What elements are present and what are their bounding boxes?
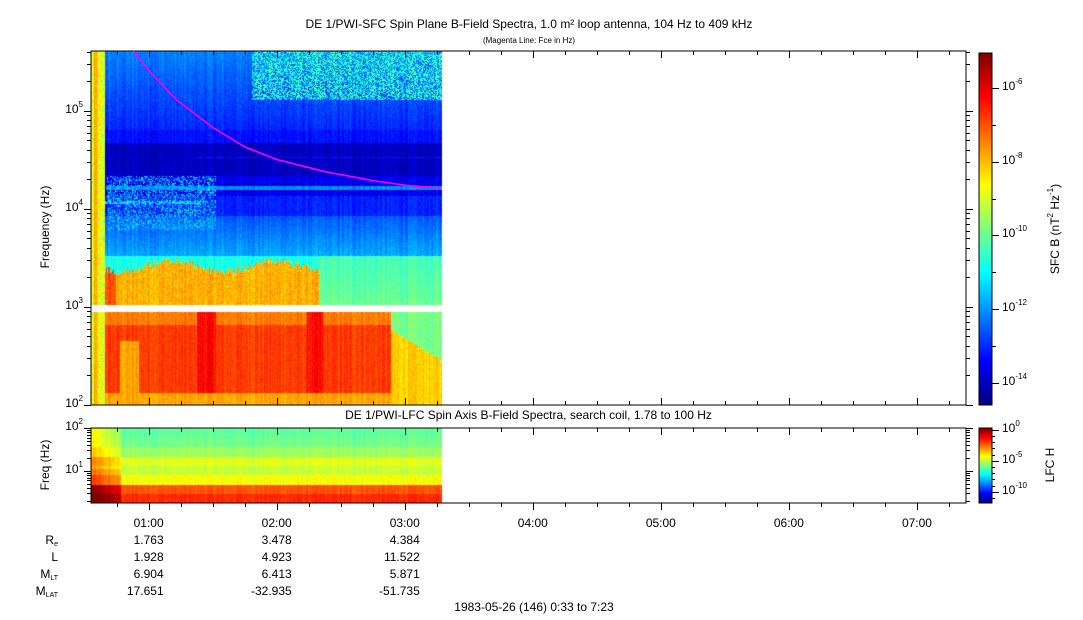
x-tick-label: 05:00 <box>645 516 676 530</box>
sfc-y-tick-label: 105 <box>65 99 83 116</box>
sfc-ylabel: Frequency (Hz) <box>38 185 52 269</box>
ephemeris-row-label: MLT <box>40 567 58 582</box>
x-tick-label: 01:00 <box>133 516 164 530</box>
cb-label-sup: 2 <box>1046 213 1055 218</box>
ephemeris-value: 4.384 <box>389 533 420 547</box>
ephemeris-value: 3.478 <box>261 533 292 547</box>
ephemeris-value: 5.871 <box>389 567 420 581</box>
sfc-colorbar-tick-label: 10-6 <box>1002 77 1023 94</box>
ephemeris-value: -51.735 <box>379 584 420 598</box>
cb-label-part: ) <box>1048 183 1062 188</box>
lfc-colorbar-label: LFC H <box>1043 447 1057 483</box>
ephemeris-value: 11.522 <box>383 550 420 564</box>
sfc-frame <box>90 50 967 406</box>
sfc-colorbar-tick-label: 10-8 <box>1002 150 1023 167</box>
sfc-colorbar-tick-label: 10-14 <box>1002 371 1027 388</box>
sfc-y-tick-label: 103 <box>65 295 83 312</box>
ephemeris-row-label: MLAT <box>35 584 58 599</box>
x-tick-label: 02:00 <box>261 516 292 530</box>
sfc-y-tick-label: 104 <box>65 197 83 214</box>
ephemeris-row-label: L <box>51 550 58 564</box>
lfc-colorbar-tick-label: 100 <box>1002 418 1020 435</box>
x-tick-label: 03:00 <box>389 516 420 530</box>
ephemeris-value: 4.923 <box>261 550 292 564</box>
lfc-frame <box>90 427 967 504</box>
ephemeris-value: -32.935 <box>250 584 292 598</box>
x-tick-label: 06:00 <box>773 516 804 530</box>
ephemeris-row-label: Re <box>45 533 58 548</box>
lfc-colorbar-tick-label: 10-10 <box>1002 480 1027 497</box>
lfc-y-tick-label: 102 <box>65 417 83 434</box>
x-tick-label: 07:00 <box>901 516 932 530</box>
cb-label-part: SFC B (nT <box>1048 217 1062 275</box>
ephemeris-value: 1.928 <box>133 550 164 564</box>
lfc-colorbar-tick-label: 10-5 <box>1002 449 1023 466</box>
cb-label-part: Hz <box>1048 195 1062 213</box>
fce-line <box>132 50 441 189</box>
sfc-y-tick-label: 102 <box>65 394 83 411</box>
sfc-colorbar-tick-label: 10-12 <box>1002 298 1027 315</box>
ephemeris-value: 6.904 <box>133 567 164 581</box>
x-tick-label: 04:00 <box>517 516 548 530</box>
cb-label-sup: -1 <box>1046 187 1055 195</box>
sfc-colorbar-tick-label: 10-10 <box>1002 224 1027 241</box>
spectrogram-figure: DE 1/PWI-SFC Spin Plane B-Field Spectra,… <box>0 0 1083 620</box>
footer-date-range: 1983-05-26 (146) 0:33 to 7:23 <box>454 600 614 614</box>
lfc-ylabel: Freq (Hz) <box>38 439 52 491</box>
sfc-colorbar-label: SFC B (nT2 Hz-1) <box>1046 164 1062 294</box>
ephemeris-value: 1.763 <box>133 533 164 547</box>
ephemeris-value: 6.413 <box>261 567 292 581</box>
ephemeris-value: 17.651 <box>126 584 164 598</box>
lfc-colorbar-frame <box>978 427 993 504</box>
lfc-title: DE 1/PWI-LFC Spin Axis B-Field Spectra, … <box>345 408 712 422</box>
lfc-y-tick-label: 101 <box>65 459 83 476</box>
sfc-colorbar-frame <box>978 52 993 406</box>
